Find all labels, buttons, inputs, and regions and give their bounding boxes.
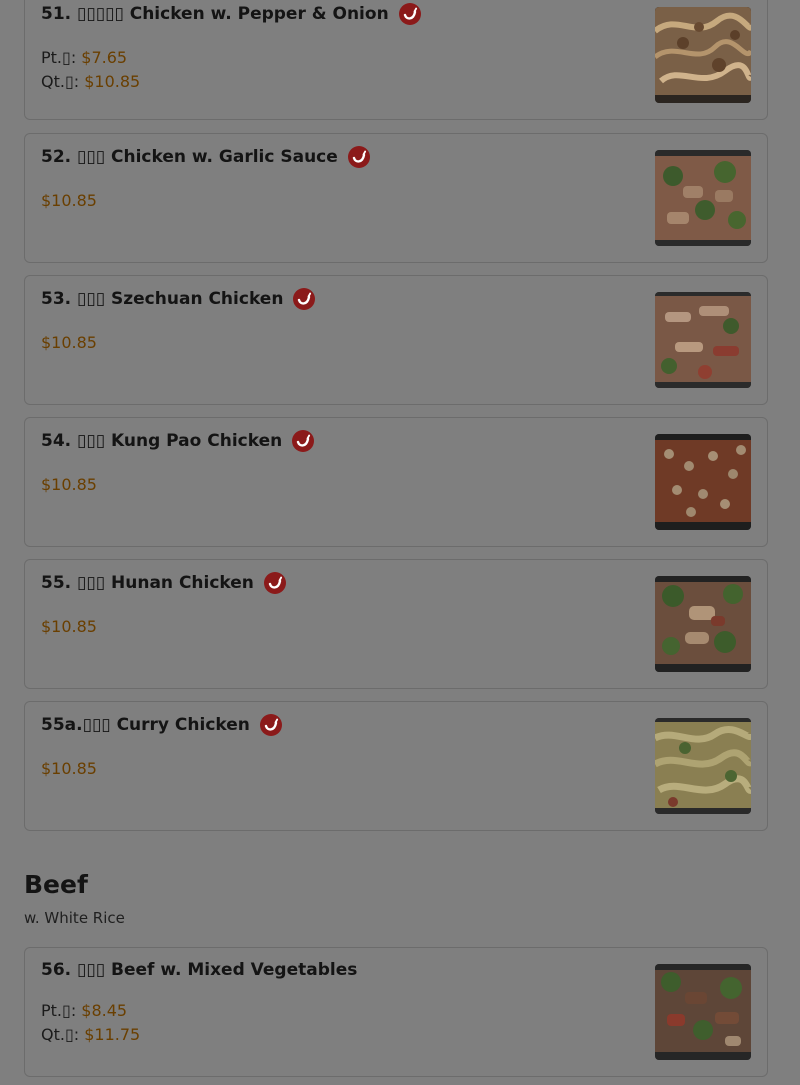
menu-item-name: 55a.▯▯▯ Curry Chicken bbox=[41, 714, 250, 735]
menu-item-card[interactable]: 55. ▯▯▯ Hunan Chicken $10.85 bbox=[24, 559, 768, 689]
price: $10.85 bbox=[41, 617, 97, 636]
dish-photo bbox=[655, 7, 751, 103]
chili-pepper-icon bbox=[293, 288, 316, 310]
chili-pepper-icon bbox=[263, 572, 286, 594]
menu-page: 51. ▯▯▯▯▯ Chicken w. Pepper & Onion Pt.▯… bbox=[0, 0, 800, 1085]
menu-item-name: 56. ▯▯▯ Beef w. Mixed Vegetables bbox=[41, 960, 358, 980]
price: $10.85 bbox=[41, 475, 97, 494]
price-value: $10.85 bbox=[84, 72, 141, 91]
price-value: $8.45 bbox=[81, 1001, 128, 1020]
dish-photo bbox=[655, 964, 751, 1060]
price-value: $7.65 bbox=[81, 48, 128, 67]
menu-item-card[interactable]: 51. ▯▯▯▯▯ Chicken w. Pepper & Onion Pt.▯… bbox=[24, 0, 768, 120]
price-value: $11.75 bbox=[84, 1025, 141, 1044]
price: $10.85 bbox=[41, 333, 97, 352]
price-label: Pt.▯: bbox=[41, 48, 82, 67]
price-pint: Pt.▯: $8.45 bbox=[41, 1001, 127, 1020]
menu-item-title: 55a.▯▯▯ Curry Chicken bbox=[41, 714, 282, 736]
price-value: $10.85 bbox=[41, 759, 97, 778]
chili-pepper-icon bbox=[259, 714, 282, 736]
menu-item-card[interactable]: 52. ▯▯▯ Chicken w. Garlic Sauce $10.85 bbox=[24, 133, 768, 263]
section-subtitle-beef: w. White Rice bbox=[24, 909, 125, 927]
dish-photo bbox=[655, 718, 751, 814]
price: $10.85 bbox=[41, 191, 97, 210]
menu-item-title: 51. ▯▯▯▯▯ Chicken w. Pepper & Onion bbox=[41, 3, 421, 25]
dish-photo bbox=[655, 292, 751, 388]
price-value: $10.85 bbox=[41, 617, 97, 636]
chili-pepper-icon bbox=[347, 146, 370, 168]
menu-item-title: 56. ▯▯▯ Beef w. Mixed Vegetables bbox=[41, 960, 357, 980]
price: $10.85 bbox=[41, 759, 97, 778]
price-quart: Qt.▯: $11.75 bbox=[41, 1025, 140, 1044]
chili-pepper-icon bbox=[398, 3, 421, 25]
dish-photo bbox=[655, 150, 751, 246]
menu-item-title: 54. ▯▯▯ Kung Pao Chicken bbox=[41, 430, 315, 452]
price-value: $10.85 bbox=[41, 333, 97, 352]
price-value: $10.85 bbox=[41, 475, 97, 494]
menu-item-title: 55. ▯▯▯ Hunan Chicken bbox=[41, 572, 286, 594]
menu-item-title: 53. ▯▯▯ Szechuan Chicken bbox=[41, 288, 316, 310]
price-label: Qt.▯: bbox=[41, 72, 85, 91]
menu-item-title: 52. ▯▯▯ Chicken w. Garlic Sauce bbox=[41, 146, 370, 168]
menu-item-card[interactable]: 53. ▯▯▯ Szechuan Chicken $10.85 bbox=[24, 275, 768, 405]
price-label: Qt.▯: bbox=[41, 1025, 85, 1044]
chili-pepper-icon bbox=[292, 430, 315, 452]
menu-item-name: 51. ▯▯▯▯▯ Chicken w. Pepper & Onion bbox=[41, 3, 389, 24]
price-pint: Pt.▯: $7.65 bbox=[41, 48, 127, 67]
price-value: $10.85 bbox=[41, 191, 97, 210]
menu-item-name: 54. ▯▯▯ Kung Pao Chicken bbox=[41, 430, 283, 451]
menu-item-card[interactable]: 56. ▯▯▯ Beef w. Mixed Vegetables Pt.▯: $… bbox=[24, 947, 768, 1077]
menu-item-name: 52. ▯▯▯ Chicken w. Garlic Sauce bbox=[41, 146, 338, 167]
dish-photo bbox=[655, 434, 751, 530]
menu-item-card[interactable]: 54. ▯▯▯ Kung Pao Chicken $10.85 bbox=[24, 417, 768, 547]
menu-item-name: 55. ▯▯▯ Hunan Chicken bbox=[41, 572, 254, 593]
price-quart: Qt.▯: $10.85 bbox=[41, 72, 140, 91]
menu-item-card[interactable]: 55a.▯▯▯ Curry Chicken $10.85 bbox=[24, 701, 768, 831]
price-label: Pt.▯: bbox=[41, 1001, 82, 1020]
section-title-beef: Beef bbox=[24, 870, 88, 899]
menu-item-name: 53. ▯▯▯ Szechuan Chicken bbox=[41, 288, 284, 309]
dish-photo bbox=[655, 576, 751, 672]
